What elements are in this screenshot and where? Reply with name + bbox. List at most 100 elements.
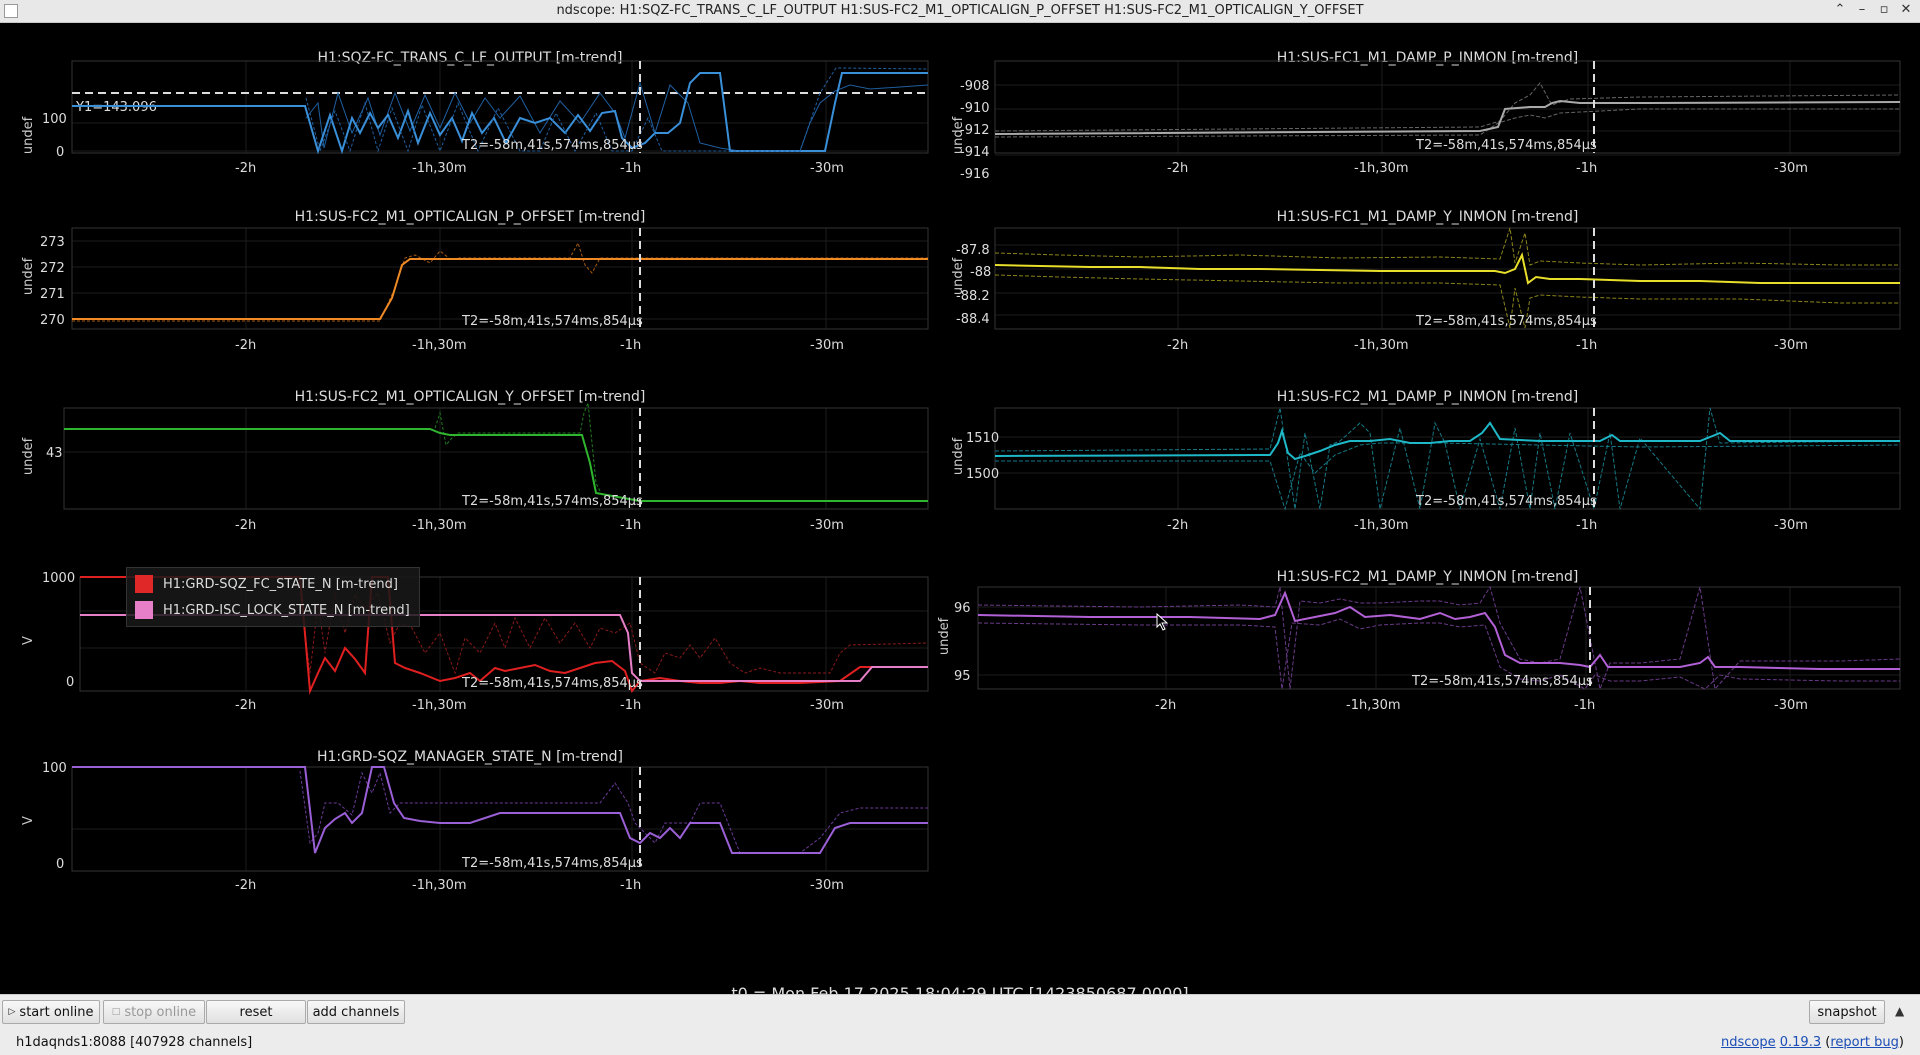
x-tick: -30m: [1774, 518, 1808, 533]
stop-online-button[interactable]: □ stop online: [103, 1000, 205, 1024]
cursor-label: T2=-58m,41s,574ms,854µs: [461, 676, 643, 691]
y-tick: 0: [66, 675, 74, 690]
version-link[interactable]: 0.19.3: [1780, 1035, 1821, 1050]
cursor-label: T2=-58m,41s,574ms,854µs: [1415, 138, 1597, 153]
legend-swatch: [135, 575, 153, 593]
x-tick: -30m: [1774, 338, 1808, 353]
plot-legend[interactable]: H1:GRD-SQZ_FC_STATE_N [m-trend] H1:GRD-I…: [126, 567, 420, 627]
x-tick: -2h: [235, 518, 256, 533]
y-tick: 1500: [966, 467, 999, 482]
y-tick: 270: [40, 313, 65, 328]
plot-canvas[interactable]: T2=-58m,41s,574ms,854µs 43 -2h -1h,30m -…: [0, 383, 940, 563]
plot-canvas[interactable]: T2=-58m,41s,574ms,854µs 273 272 271 270 …: [0, 203, 940, 383]
y-tick: -88: [970, 265, 991, 280]
plot-fc2-damp-y[interactable]: H1:SUS-FC2_M1_DAMP_Y_INMON [m-trend] und…: [937, 563, 1915, 743]
start-online-label: start online: [19, 1004, 94, 1020]
close-icon[interactable]: ✕: [1898, 2, 1914, 18]
y-tick: -88.2: [956, 289, 990, 304]
x-tick: -2h: [235, 161, 256, 176]
plot-fc2-opticalign-y[interactable]: H1:SUS-FC2_M1_OPTICALIGN_Y_OFFSET [m-tre…: [0, 383, 940, 563]
minimize-icon[interactable]: –: [1854, 2, 1870, 18]
x-tick: -1h,30m: [1354, 338, 1409, 353]
x-tick: -2h: [235, 338, 256, 353]
y-tick: -916: [960, 167, 990, 182]
x-tick: -30m: [1774, 698, 1808, 713]
x-tick: -30m: [810, 878, 844, 893]
y-tick: 0: [56, 145, 64, 160]
x-tick: -1h: [620, 518, 641, 533]
reset-button[interactable]: reset: [206, 1000, 306, 1024]
x-tick: -1h: [1576, 518, 1597, 533]
x-tick: -1h,30m: [412, 518, 467, 533]
x-tick: -1h: [620, 161, 641, 176]
plot-canvas[interactable]: T2=-58m,41s,574ms,854µs 1510 1500 -2h -1…: [940, 383, 1915, 563]
x-tick: -1h: [620, 698, 641, 713]
cursor-label: T2=-58m,41s,574ms,854µs: [461, 494, 643, 509]
plot-fc2-damp-p[interactable]: H1:SUS-FC2_M1_DAMP_P_INMON [m-trend] und…: [940, 383, 1915, 563]
collapse-icon[interactable]: ▲: [1895, 1004, 1904, 1018]
cursor-label: T2=-58m,41s,574ms,854µs: [461, 856, 643, 871]
x-tick: -1h: [620, 338, 641, 353]
mouse-pointer-icon: [1156, 612, 1169, 631]
plot-fc2-opticalign-p[interactable]: H1:SUS-FC2_M1_OPTICALIGN_P_OFFSET [m-tre…: [0, 203, 940, 383]
add-channels-button[interactable]: add channels: [307, 1000, 405, 1024]
plot-canvas[interactable]: T2=-58m,41s,574ms,854µs 100 0 -2h -1h,30…: [0, 743, 940, 923]
snapshot-button[interactable]: snapshot: [1809, 1000, 1885, 1024]
plot-fc1-damp-y[interactable]: H1:SUS-FC1_M1_DAMP_Y_INMON [m-trend] und…: [940, 203, 1915, 383]
x-tick: -1h: [1576, 161, 1597, 176]
legend-label: H1:GRD-ISC_LOCK_STATE_N [m-trend]: [163, 602, 410, 618]
plot-canvas[interactable]: T2=-58m,41s,574ms,854µs -87.8 -88 -88.2 …: [940, 203, 1915, 383]
legend-item[interactable]: H1:GRD-ISC_LOCK_STATE_N [m-trend]: [135, 601, 410, 619]
x-tick: -30m: [810, 161, 844, 176]
plot-sqz-fc-trans[interactable]: H1:SQZ-FC_TRANS_C_LF_OUTPUT [m-trend] un…: [0, 23, 940, 203]
x-tick: -1h: [1576, 338, 1597, 353]
plot-area[interactable]: H1:SQZ-FC_TRANS_C_LF_OUTPUT [m-trend] un…: [0, 23, 1920, 1003]
plot-canvas[interactable]: Y1=143.096 T2=-58m,41s,574ms,854µs 100 0…: [0, 23, 940, 203]
x-tick: -1h,30m: [1354, 161, 1409, 176]
y-tick: 272: [40, 261, 65, 276]
plot-canvas[interactable]: T2=-58m,41s,574ms,854µs -908 -910 -912 -…: [940, 23, 1915, 203]
y-tick: 0: [56, 857, 64, 872]
plot-canvas[interactable]: T2=-58m,41s,574ms,854µs 96 95 -2h -1h,30…: [940, 563, 1915, 743]
y-tick: 96: [954, 601, 971, 616]
y-tick: -87.8: [956, 243, 990, 258]
plot-grd-states[interactable]: V T2=-58m,41s,574ms,854µs 1000 0 -2h -1h…: [0, 563, 940, 743]
y-tick: -88.4: [956, 312, 990, 327]
x-tick: -30m: [1774, 161, 1808, 176]
y-tick: 95: [954, 669, 971, 684]
window-controls: ⌃ – ▫ ✕: [1832, 2, 1914, 18]
x-tick: -1h: [620, 878, 641, 893]
x-tick: -1h,30m: [412, 338, 467, 353]
legend-item[interactable]: H1:GRD-SQZ_FC_STATE_N [m-trend]: [135, 575, 398, 593]
y-tick: -910: [960, 101, 990, 116]
report-bug-link[interactable]: report bug: [1830, 1035, 1899, 1050]
stop-online-label: stop online: [124, 1004, 197, 1020]
y-tick: 1510: [966, 431, 999, 446]
x-tick: -2h: [1167, 338, 1188, 353]
ndscope-link[interactable]: ndscope: [1721, 1035, 1776, 1050]
start-online-button[interactable]: ▷ start online: [2, 1000, 100, 1024]
x-tick: -30m: [810, 518, 844, 533]
legend-label: H1:GRD-SQZ_FC_STATE_N [m-trend]: [163, 576, 398, 592]
y-tick: 100: [42, 761, 67, 776]
plot-fc1-damp-p[interactable]: H1:SUS-FC1_M1_DAMP_P_INMON [m-trend] und…: [940, 23, 1915, 203]
y-tick: -914: [960, 145, 990, 160]
y-tick: 43: [46, 446, 63, 461]
x-tick: -1h,30m: [1346, 698, 1401, 713]
x-tick: -2h: [235, 878, 256, 893]
plot-sqz-manager[interactable]: H1:GRD-SQZ_MANAGER_STATE_N [m-trend] V T…: [0, 743, 940, 923]
x-tick: -2h: [1167, 161, 1188, 176]
stop-icon: □: [111, 1007, 121, 1017]
play-icon: ▷: [8, 1007, 16, 1017]
x-tick: -1h,30m: [1354, 518, 1409, 533]
y-tick: 271: [40, 287, 65, 302]
cursor-label: T2=-58m,41s,574ms,854µs: [461, 314, 643, 329]
x-tick: -2h: [1167, 518, 1188, 533]
y-tick: 1000: [42, 571, 75, 586]
y-tick: 273: [40, 235, 65, 250]
x-tick: -30m: [810, 698, 844, 713]
bottom-toolbar: ▷ start online □ stop online reset add c…: [0, 994, 1920, 1031]
shade-icon[interactable]: ⌃: [1832, 2, 1848, 18]
x-tick: -2h: [1155, 698, 1176, 713]
maximize-icon[interactable]: ▫: [1876, 2, 1892, 18]
